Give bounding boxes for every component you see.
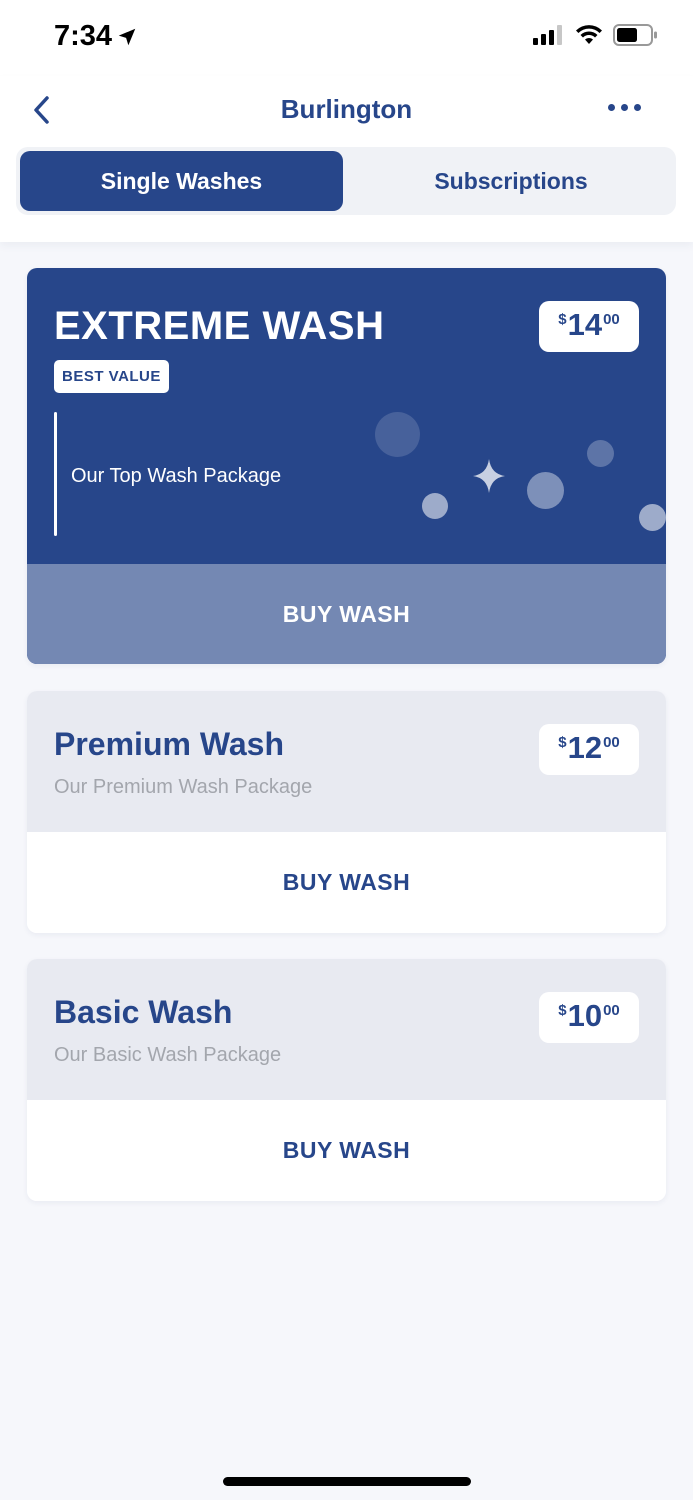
bubble-decoration: [375, 412, 420, 457]
more-dots-icon[interactable]: [608, 104, 641, 111]
bubble-decoration: [587, 440, 614, 467]
location-arrow-icon: [118, 28, 136, 45]
price-dollars: 10: [567, 998, 603, 1033]
price-cents: 00: [603, 311, 620, 328]
price-dollars: 12: [567, 730, 603, 765]
buy-wash-button[interactable]: BUY WASH: [27, 832, 666, 933]
header: Burlington Single Washes Subscriptions: [0, 76, 693, 242]
premium-wash-card: Premium Wash Our Premium Wash Package $ …: [27, 691, 666, 933]
dot: [621, 104, 628, 111]
basic-wash-card-header: Basic Wash Our Basic Wash Package $ 10 0…: [27, 959, 666, 1100]
battery-icon: [613, 24, 657, 46]
wash-description: Our Premium Wash Package: [54, 776, 313, 798]
status-icons: [533, 24, 659, 46]
price-cents: 00: [603, 1002, 620, 1019]
price-currency: $: [558, 1002, 567, 1019]
wash-name: Premium Wash: [54, 726, 284, 762]
dot: [608, 104, 615, 111]
bubble-decoration: [422, 493, 448, 519]
status-time-text: 7:34: [54, 20, 113, 52]
status-time: 7:34: [54, 20, 138, 53]
price-tag: $ 14 00: [539, 301, 639, 352]
wash-type-segmented-control: Single Washes Subscriptions: [16, 147, 676, 215]
extreme-wash-card: EXTREME WASH BEST VALUE Our Top Wash Pac…: [27, 268, 666, 664]
bubble-decoration: [639, 504, 666, 531]
sparkle-icon: [473, 459, 505, 493]
wash-name: Basic Wash: [54, 994, 233, 1030]
bubble-decoration: [527, 472, 564, 509]
description-divider: [54, 412, 57, 536]
status-bar: 7:34: [0, 0, 693, 76]
wifi-icon: [576, 25, 602, 44]
cellular-signal-icon: [533, 25, 562, 45]
extreme-wash-card-header: EXTREME WASH BEST VALUE Our Top Wash Pac…: [27, 268, 666, 564]
wash-description: Our Basic Wash Package: [54, 1044, 282, 1066]
wash-name: EXTREME WASH: [54, 304, 385, 348]
price-dollars: 14: [567, 307, 603, 342]
wash-description: Our Top Wash Package: [71, 465, 282, 487]
price-currency: $: [558, 734, 567, 751]
premium-wash-card-header: Premium Wash Our Premium Wash Package $ …: [27, 691, 666, 832]
screen: 7:34 Burlington Single Washes Subscripti…: [0, 0, 693, 1500]
buy-wash-button[interactable]: BUY WASH: [27, 1100, 666, 1201]
best-value-badge: BEST VALUE: [54, 360, 169, 393]
price-tag: $ 12 00: [539, 724, 639, 775]
basic-wash-card: Basic Wash Our Basic Wash Package $ 10 0…: [27, 959, 666, 1201]
buy-wash-button[interactable]: BUY WASH: [27, 564, 666, 664]
page-title: Burlington: [280, 94, 413, 124]
dot: [634, 104, 641, 111]
tab-single-washes[interactable]: Single Washes: [20, 151, 343, 211]
home-indicator[interactable]: [223, 1477, 471, 1486]
price-currency: $: [558, 311, 567, 328]
price-cents: 00: [603, 734, 620, 751]
price-tag: $ 10 00: [539, 992, 639, 1043]
tab-subscriptions[interactable]: Subscriptions: [350, 151, 672, 211]
